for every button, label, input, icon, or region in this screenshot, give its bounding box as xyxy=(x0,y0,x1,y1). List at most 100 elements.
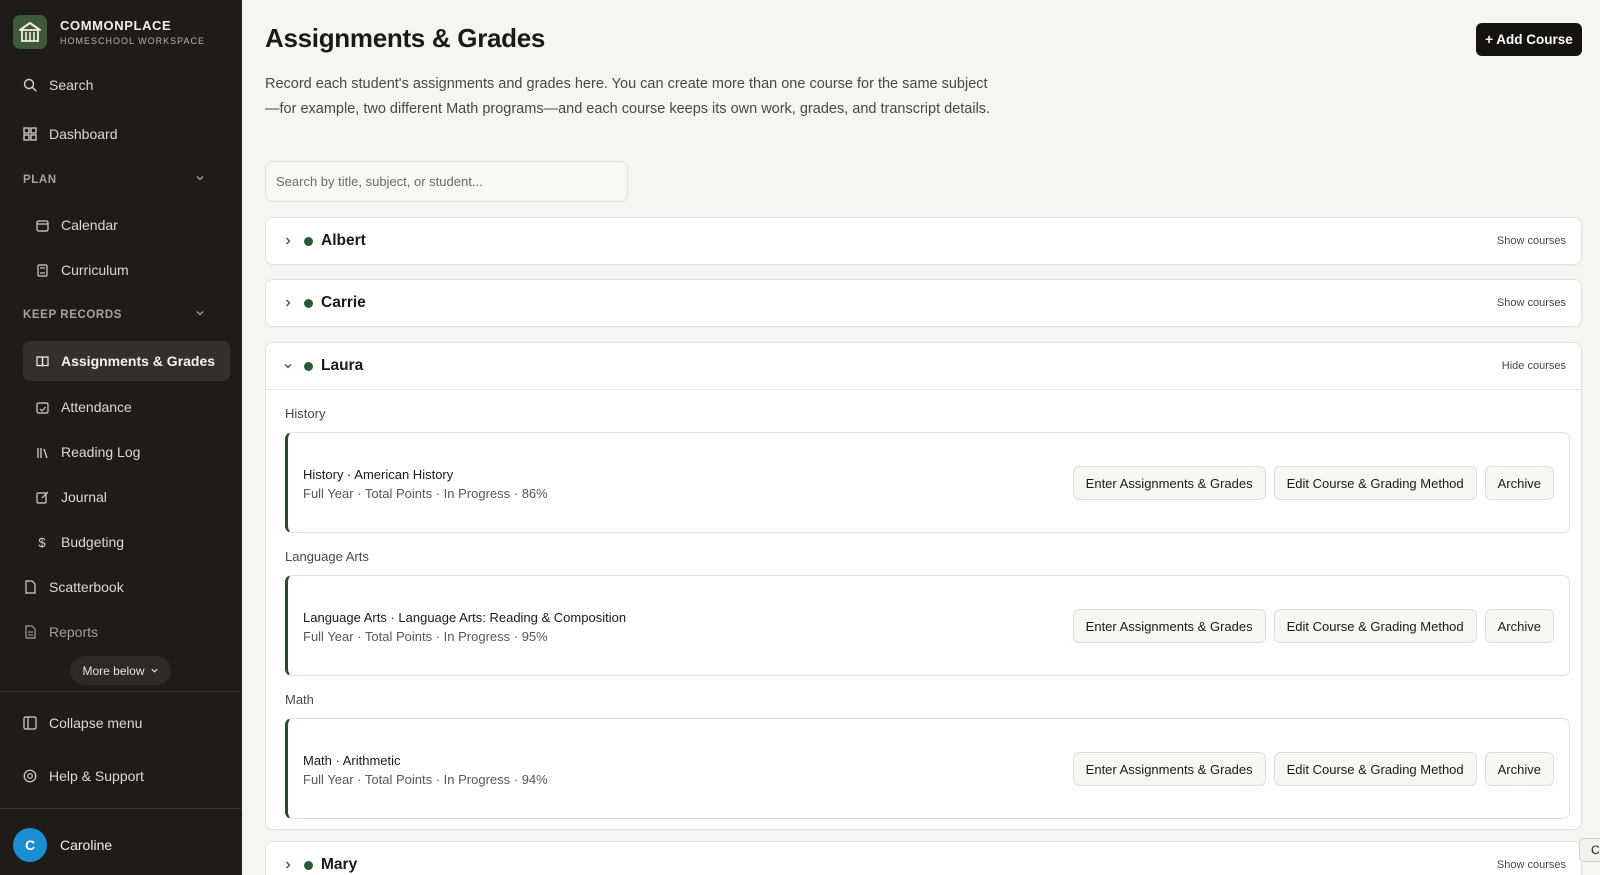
add-course-button[interactable]: + Add Course xyxy=(1476,23,1582,56)
sidebar-item-label: Calendar xyxy=(61,217,118,233)
archive-button[interactable]: Archive xyxy=(1484,466,1554,500)
sidebar-item-budgeting[interactable]: $ Budgeting xyxy=(34,522,124,562)
student-name: Laura xyxy=(321,357,364,374)
student-name: Albert xyxy=(321,232,366,249)
curriculum-book-icon xyxy=(34,262,50,278)
chevron-right-icon[interactable] xyxy=(281,296,295,310)
status-dot-icon xyxy=(304,860,313,870)
chevron-right-icon[interactable] xyxy=(281,234,295,248)
sidebar-item-scatterbook[interactable]: Scatterbook xyxy=(22,567,124,607)
section-plan-toggle[interactable]: PLAN xyxy=(23,173,205,186)
chevron-down-icon[interactable] xyxy=(281,359,295,373)
sidebar-item-label: Reading Log xyxy=(61,444,141,460)
more-below-button[interactable]: More below xyxy=(70,656,171,685)
student-card-albert: Albert Show courses xyxy=(265,217,1582,265)
enter-assignments-grades-button[interactable]: Enter Assignments & Grades xyxy=(1072,609,1266,643)
sidebar-item-reading-log[interactable]: Reading Log xyxy=(34,432,140,472)
sidebar-item-label: Reports xyxy=(49,624,99,640)
open-book-icon xyxy=(34,353,50,369)
course-card: Math · Arithmetic Full Year · Total Poin… xyxy=(285,718,1570,819)
hide-courses-toggle[interactable]: Hide courses xyxy=(1502,360,1566,372)
student-card-mary: Mary Show courses xyxy=(265,841,1582,875)
student-header[interactable]: Carrie Show courses xyxy=(266,280,1581,326)
help-support-button[interactable]: Help & Support xyxy=(22,756,144,796)
main-content: Assignments & Grades + Add Course Record… xyxy=(242,0,1600,875)
chevron-down-icon xyxy=(150,664,159,678)
collapse-menu-label: Collapse menu xyxy=(49,715,143,731)
scatterbook-file-icon xyxy=(22,579,38,595)
course-meta: Full Year · Total Points · In Progress ·… xyxy=(303,629,548,644)
brand-name: COMMONPLACE xyxy=(60,18,172,33)
brand-subtitle: HOMESCHOOL WORKSPACE xyxy=(60,36,206,46)
page-description: Record each student's assignments and gr… xyxy=(265,76,991,117)
enter-assignments-grades-button[interactable]: Enter Assignments & Grades xyxy=(1072,466,1266,500)
archive-button[interactable]: Archive xyxy=(1484,752,1554,786)
sidebar-divider xyxy=(0,691,242,692)
enter-assignments-grades-button[interactable]: Enter Assignments & Grades xyxy=(1072,752,1266,786)
show-courses-toggle[interactable]: Show courses xyxy=(1497,297,1566,309)
course-list: History History · American History Full … xyxy=(266,389,1581,829)
edit-course-grading-button[interactable]: Edit Course & Grading Method xyxy=(1273,609,1477,643)
sidebar: COMMONPLACE HOMESCHOOL WORKSPACE Search … xyxy=(0,0,242,875)
sidebar-search[interactable]: Search xyxy=(22,65,93,105)
course-title: Math · Arithmetic xyxy=(303,753,401,768)
sidebar-item-label: Journal xyxy=(61,489,107,505)
sidebar-divider xyxy=(0,808,242,809)
section-plan-label: PLAN xyxy=(23,173,57,186)
sidebar-item-calendar[interactable]: Calendar xyxy=(34,205,118,245)
section-keep-records-toggle[interactable]: KEEP RECORDS xyxy=(23,308,205,321)
sidebar-item-assignments-grades[interactable]: Assignments & Grades xyxy=(23,341,230,381)
sidebar-item-curriculum[interactable]: Curriculum xyxy=(34,250,129,290)
chevron-down-icon xyxy=(195,308,205,321)
student-header[interactable]: Laura Hide courses xyxy=(266,343,1581,389)
course-card: Language Arts · Language Arts: Reading &… xyxy=(285,575,1570,676)
sidebar-item-attendance[interactable]: Attendance xyxy=(34,387,132,427)
search-icon xyxy=(22,77,38,93)
calendar-icon xyxy=(34,217,50,233)
archive-button[interactable]: Archive xyxy=(1484,609,1554,643)
library-books-icon xyxy=(34,444,50,460)
sidebar-item-journal[interactable]: Journal xyxy=(34,477,107,517)
sidebar-item-label: Curriculum xyxy=(61,262,129,278)
section-keep-records-label: KEEP RECORDS xyxy=(23,308,123,321)
reports-document-icon xyxy=(22,624,38,640)
sidebar-item-label: Attendance xyxy=(61,399,132,415)
collapse-sidebar-icon xyxy=(22,715,38,731)
search-input[interactable] xyxy=(265,161,628,202)
course-title: Language Arts · Language Arts: Reading &… xyxy=(303,610,627,625)
edit-course-grading-button[interactable]: Edit Course & Grading Method xyxy=(1273,466,1477,500)
course-title: History · American History xyxy=(303,467,454,482)
sidebar-item-dashboard[interactable]: Dashboard xyxy=(22,114,118,154)
brand[interactable]: COMMONPLACE HOMESCHOOL WORKSPACE xyxy=(13,15,205,49)
sidebar-item-label: Budgeting xyxy=(61,534,125,550)
subject-heading: Language Arts xyxy=(285,549,369,564)
student-name: Mary xyxy=(321,856,358,873)
corner-widget-tab[interactable]: C xyxy=(1579,838,1600,862)
course-meta: Full Year · Total Points · In Progress ·… xyxy=(303,772,548,787)
avatar: C xyxy=(13,828,47,862)
status-dot-icon xyxy=(304,298,313,308)
user-profile[interactable]: C Caroline xyxy=(13,828,112,862)
sidebar-item-label: Scatterbook xyxy=(49,579,124,595)
show-courses-toggle[interactable]: Show courses xyxy=(1497,859,1566,871)
sidebar-item-label: Assignments & Grades xyxy=(61,353,216,369)
page-title: Assignments & Grades xyxy=(265,23,546,53)
journal-edit-icon xyxy=(34,489,50,505)
student-name: Carrie xyxy=(321,294,366,311)
show-courses-toggle[interactable]: Show courses xyxy=(1497,235,1566,247)
more-below-label: More below xyxy=(82,663,145,678)
student-card-laura: Laura Hide courses History History · Ame… xyxy=(265,342,1582,830)
help-support-label: Help & Support xyxy=(49,768,144,784)
course-meta: Full Year · Total Points · In Progress ·… xyxy=(303,486,548,501)
chevron-down-icon xyxy=(195,173,205,186)
user-name: Caroline xyxy=(60,837,113,853)
student-header[interactable]: Albert Show courses xyxy=(266,218,1581,264)
collapse-menu-button[interactable]: Collapse menu xyxy=(22,703,142,743)
sidebar-item-reports[interactable]: Reports xyxy=(22,612,98,652)
sidebar-item-label: Dashboard xyxy=(49,126,118,142)
dashboard-grid-icon xyxy=(22,126,38,142)
chevron-right-icon[interactable] xyxy=(281,858,295,872)
student-header[interactable]: Mary Show courses xyxy=(266,842,1581,875)
subject-heading: Math xyxy=(285,692,314,707)
edit-course-grading-button[interactable]: Edit Course & Grading Method xyxy=(1273,752,1477,786)
